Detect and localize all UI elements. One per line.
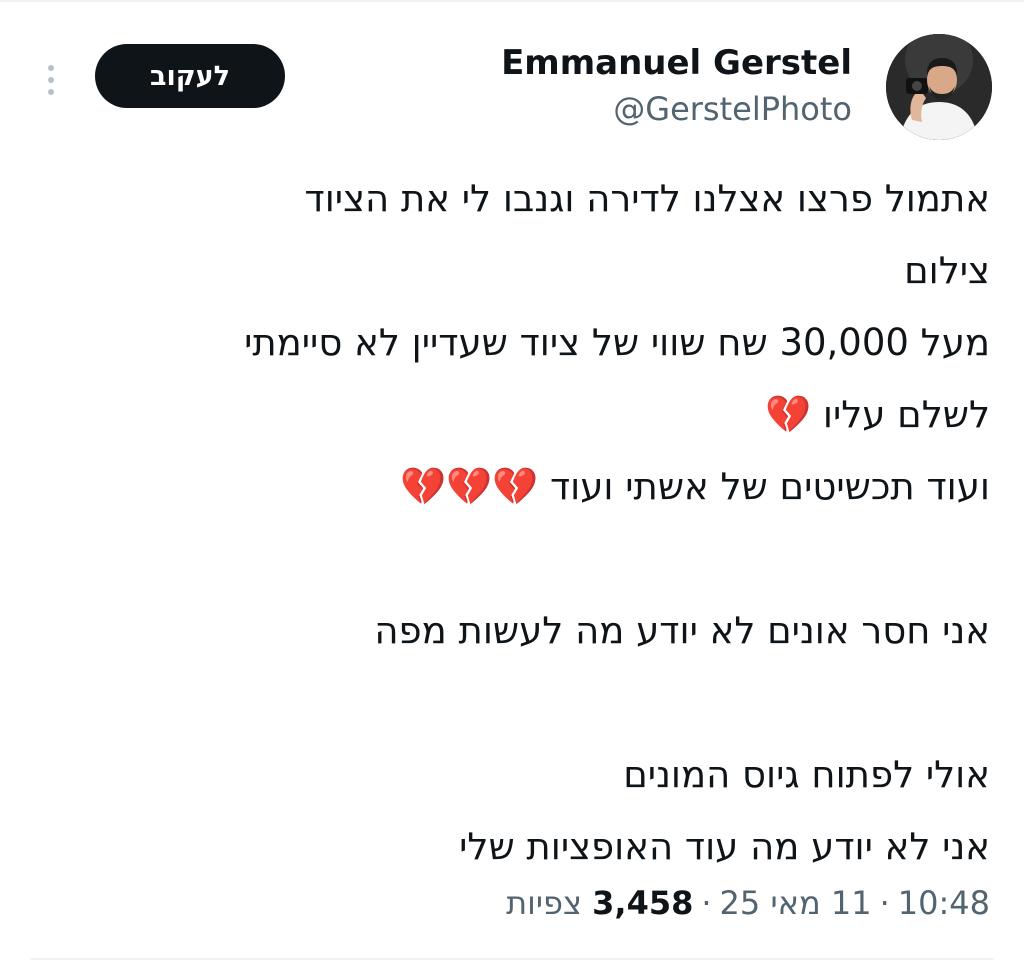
top-divider: [0, 0, 1024, 2]
author-info: Emmanuel Gerstel @GerstelPhoto: [501, 40, 852, 132]
more-vertical-icon-dot: [48, 77, 54, 83]
bottom-divider: [30, 958, 994, 960]
tweet-text: אתמול פרצו אצלנו לדירה וגנבו לי את הציוד…: [30, 163, 990, 883]
tweet-line: אולי לפתוח גיוס המונים: [623, 753, 990, 796]
more-vertical-icon-dot: [48, 89, 54, 95]
more-options-button[interactable]: [36, 58, 66, 102]
tweet-date[interactable]: 11 מאי 25: [720, 884, 872, 922]
author-handle[interactable]: @GerstelPhoto: [501, 86, 852, 132]
meta-separator: ·: [701, 884, 712, 922]
avatar[interactable]: [886, 34, 992, 140]
tweet-line: צילום: [904, 249, 990, 292]
tweet-line: אני חסר אונים לא יודע מה לעשות מפה: [374, 609, 990, 652]
views-count: 3,458: [592, 884, 694, 922]
tweet-line: ועוד תכשיטים של אשתי ועוד 💔💔💔: [399, 465, 990, 508]
tweet-line: [30, 523, 990, 595]
views-label: צפיות: [506, 884, 582, 922]
tweet-line: אתמול פרצו אצלנו לדירה וגנבו לי את הציוד: [304, 177, 990, 220]
tweet-line: מעל 30,000 שח שווי של ציוד שעדיין לא סיי…: [244, 321, 990, 364]
meta-separator: ·: [879, 884, 890, 922]
tweet-line: לשלם עליו 💔: [765, 393, 990, 436]
tweet-meta: 10:48·11 מאי 25·3,458 צפיות: [506, 878, 990, 928]
follow-button[interactable]: לעקוב: [95, 44, 285, 108]
tweet-line: אני לא יודע מה עוד האופציות שלי: [459, 825, 990, 868]
avatar-photo: [886, 34, 992, 140]
author-display-name[interactable]: Emmanuel Gerstel: [501, 40, 852, 86]
tweet-time[interactable]: 10:48: [898, 884, 990, 922]
more-vertical-icon: [48, 65, 54, 71]
tweet-line: [30, 667, 990, 739]
